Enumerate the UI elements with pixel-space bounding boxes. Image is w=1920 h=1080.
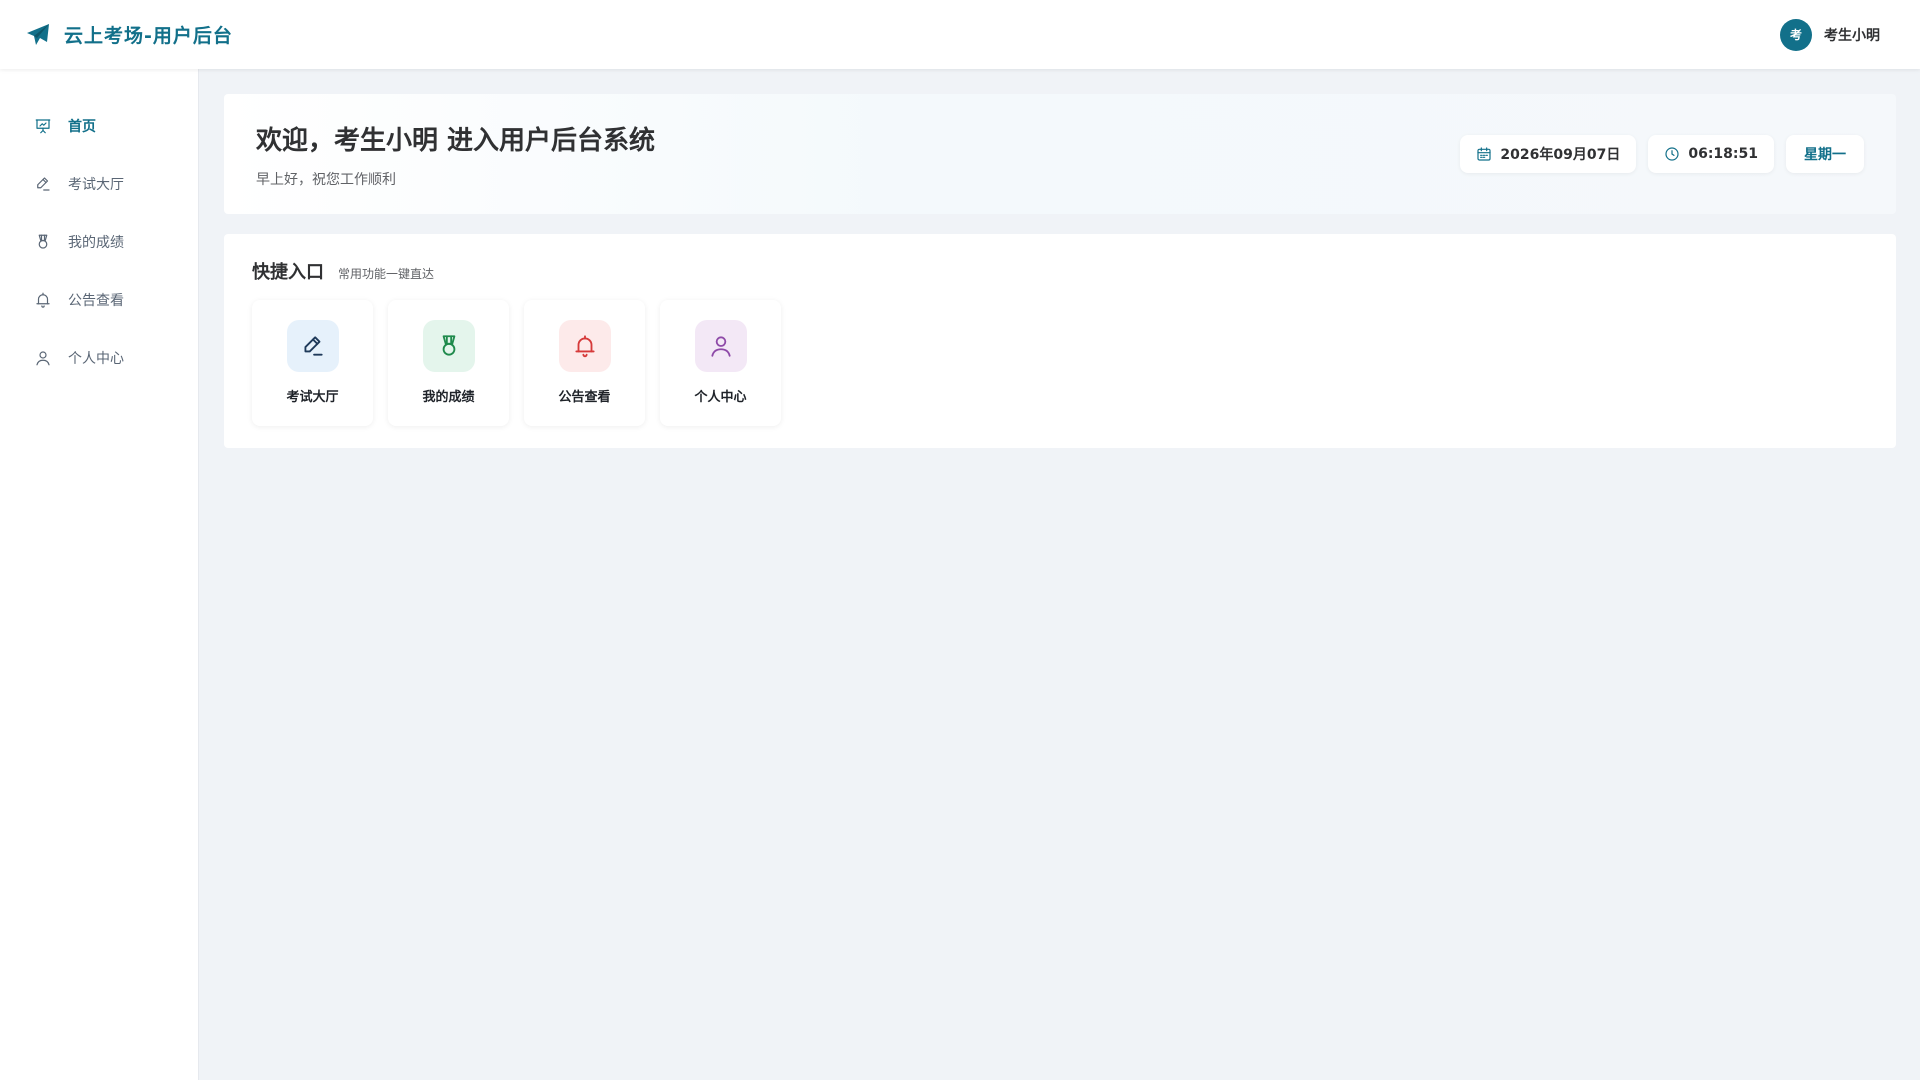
sidebar-item-label: 个人中心 <box>68 351 124 367</box>
presentation-chart-icon <box>35 119 51 134</box>
user-menu[interactable]: 考 考生小明 <box>1780 18 1880 51</box>
tile-icon-box <box>422 320 475 372</box>
quick-tile-profile[interactable]: 个人中心 <box>660 300 781 426</box>
medal-icon <box>442 335 455 356</box>
user-icon <box>36 351 50 366</box>
quick-tile-my-scores[interactable]: 我的成绩 <box>388 300 509 426</box>
welcome-title: 欢迎，考生小明 进入用户后台系统 <box>256 125 656 156</box>
tile-label: 个人中心 <box>694 390 747 405</box>
quick-entry-title: 快捷入口 <box>252 262 324 283</box>
sidebar: 首页 考试大厅 我的成绩 公告查看 个人中心 <box>0 69 199 1080</box>
sidebar-item-exam-hall[interactable]: 考试大厅 <box>0 155 198 213</box>
tile-label: 我的成绩 <box>422 390 475 405</box>
paper-plane-icon <box>27 23 49 45</box>
pen-icon <box>37 177 50 191</box>
user-icon <box>710 336 731 357</box>
time-chip: 06:18:51 <box>1648 135 1774 173</box>
date-text: 2026年09月07日 <box>1500 147 1621 163</box>
calendar-icon <box>1477 147 1492 161</box>
tile-icon-box <box>286 320 339 372</box>
sidebar-item-home[interactable]: 首页 <box>0 97 198 155</box>
time-text: 06:18:51 <box>1688 146 1758 162</box>
quick-entry-header: 快捷入口 常用功能一键直达 <box>252 258 1868 284</box>
sidebar-item-label: 公告查看 <box>68 293 124 309</box>
tile-label: 公告查看 <box>558 390 611 405</box>
sidebar-item-label: 我的成绩 <box>68 235 124 251</box>
tile-label: 考试大厅 <box>286 390 339 405</box>
quick-entry-tiles: 考试大厅 我的成绩 公告查看 个人中心 <box>252 300 1868 426</box>
tile-icon-box <box>694 320 747 372</box>
tile-icon-box <box>558 320 611 372</box>
welcome-text: 欢迎，考生小明 进入用户后台系统 早上好，祝您工作顺利 <box>256 120 655 189</box>
medal-icon <box>38 234 48 249</box>
quick-tile-announcements[interactable]: 公告查看 <box>524 300 645 426</box>
bell-icon <box>574 335 595 358</box>
pen-icon <box>303 336 323 356</box>
sidebar-item-label: 考试大厅 <box>68 177 124 193</box>
welcome-banner: 欢迎，考生小明 进入用户后台系统 早上好，祝您工作顺利 2026年09月07日 … <box>224 94 1896 214</box>
user-name[interactable]: 考生小明 <box>1824 25 1880 45</box>
date-chip: 2026年09月07日 <box>1460 135 1637 173</box>
datetime-chips: 2026年09月07日 06:18:51 星期一 <box>1460 135 1864 173</box>
clock-icon <box>1665 147 1679 161</box>
weekday-chip: 星期一 <box>1786 135 1864 173</box>
sidebar-item-label: 首页 <box>68 119 96 135</box>
welcome-subtitle: 早上好，祝您工作顺利 <box>256 171 396 188</box>
quick-entry-subtitle: 常用功能一键直达 <box>338 267 435 281</box>
avatar[interactable]: 考 <box>1780 18 1812 51</box>
top-header: 云上考场-用户后台 考 考生小明 <box>0 0 1920 69</box>
sidebar-item-announcements[interactable]: 公告查看 <box>0 271 198 329</box>
sidebar-item-profile[interactable]: 个人中心 <box>0 329 198 387</box>
app-title: 云上考场-用户后台 <box>64 25 233 47</box>
weekday-text: 星期一 <box>1804 147 1846 163</box>
quick-entry-panel: 快捷入口 常用功能一键直达 考试大厅 我的成绩 公告查看 个人中心 <box>224 234 1896 448</box>
sidebar-item-my-scores[interactable]: 我的成绩 <box>0 213 198 271</box>
brand[interactable]: 云上考场-用户后台 <box>26 21 233 48</box>
quick-tile-exam-hall[interactable]: 考试大厅 <box>252 300 373 426</box>
bell-icon <box>36 292 50 308</box>
